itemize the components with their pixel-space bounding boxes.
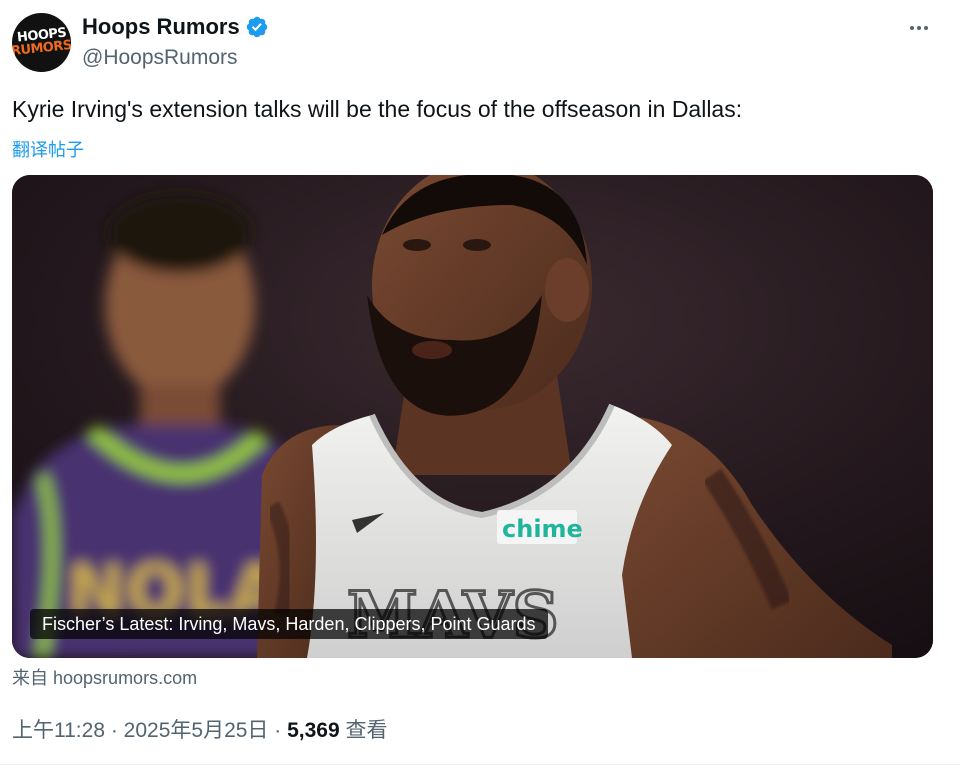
article-photo: NOLA chime MAVS xyxy=(12,175,933,658)
tweet-meta: 上午11:28 · 2025年5月25日 · 5,369 查看 xyxy=(12,714,388,744)
views-label: 查看 xyxy=(345,719,388,742)
avatar-logo: HOOPS RUMORS xyxy=(12,13,71,72)
source-prefix: 来自 xyxy=(12,668,48,688)
source-domain-link[interactable]: hoopsrumors.com xyxy=(53,668,197,688)
views-count: 5,369 xyxy=(287,719,340,742)
tweet-date[interactable]: 2025年5月25日 xyxy=(124,719,269,742)
dot xyxy=(910,26,914,30)
author-avatar[interactable]: HOOPS RUMORS xyxy=(12,13,71,72)
jersey-sponsor-text: chime xyxy=(502,515,583,543)
author-name-row: Hoops Rumors xyxy=(82,14,269,40)
meta-separator: · xyxy=(105,719,124,742)
link-card-title: Fischer’s Latest: Irving, Mavs, Harden, … xyxy=(30,609,548,639)
link-source: 来自 hoopsrumors.com xyxy=(12,664,197,690)
dot xyxy=(917,26,921,30)
dot xyxy=(924,26,928,30)
divider xyxy=(0,764,960,765)
translate-post-link[interactable]: 翻译帖子 xyxy=(12,136,84,162)
more-options-icon[interactable] xyxy=(904,16,934,40)
link-card-media[interactable]: NOLA chime MAVS Fischer’s Latest: Irving… xyxy=(12,175,933,658)
author-handle[interactable]: @HoopsRumors xyxy=(82,46,238,70)
tweet-text: Kyrie Irving's extension talks will be t… xyxy=(12,96,743,122)
verified-badge-icon xyxy=(246,16,267,38)
meta-separator: · xyxy=(268,719,288,742)
tweet-time[interactable]: 上午11:28 xyxy=(12,719,105,742)
author-display-name[interactable]: Hoops Rumors xyxy=(82,14,240,40)
